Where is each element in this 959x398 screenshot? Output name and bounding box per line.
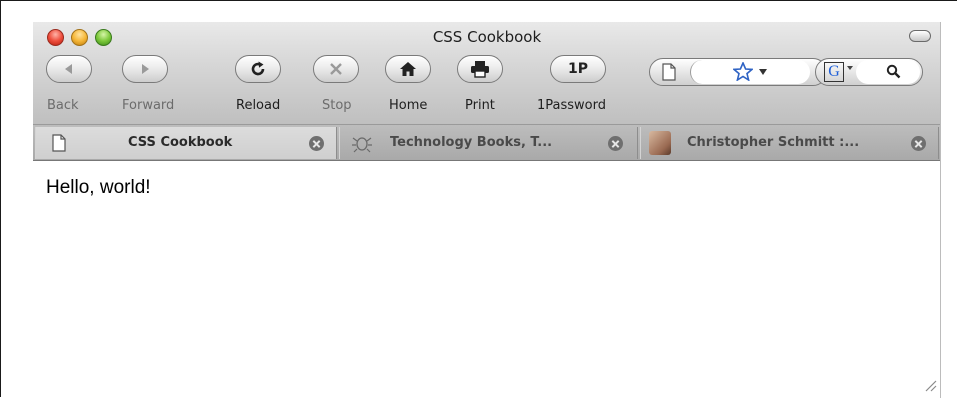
chevron-down-icon[interactable] bbox=[758, 68, 768, 76]
tab-technology-books[interactable]: Technology Books, T... bbox=[339, 127, 638, 159]
reload-button[interactable] bbox=[235, 55, 281, 83]
stop-x-icon bbox=[330, 63, 342, 75]
tab-title: Christopher Schmitt :... bbox=[687, 135, 860, 150]
search-input[interactable] bbox=[856, 60, 920, 84]
stop-button[interactable] bbox=[313, 55, 359, 83]
forward-label: Forward bbox=[122, 98, 175, 113]
toolbar-toggle-button[interactable] bbox=[909, 30, 931, 42]
hello-world-text: Hello, world! bbox=[46, 177, 151, 198]
title-and-toolbar: CSS Cookbook Back Forward Reload Stop Ho… bbox=[33, 22, 940, 125]
google-logo-icon: G bbox=[824, 62, 844, 82]
blank-page-icon bbox=[52, 134, 66, 152]
reload-icon bbox=[251, 61, 265, 76]
printer-icon bbox=[471, 61, 489, 78]
stop-label: Stop bbox=[322, 98, 352, 113]
tab-css-cookbook[interactable]: CSS Cookbook bbox=[35, 127, 337, 159]
tab-close-icon[interactable] bbox=[911, 136, 926, 151]
tab-close-icon[interactable] bbox=[608, 136, 623, 151]
tab-title: CSS Cookbook bbox=[128, 135, 233, 150]
forward-button[interactable] bbox=[122, 55, 168, 83]
home-icon bbox=[400, 62, 416, 76]
print-button[interactable] bbox=[457, 55, 503, 83]
home-label: Home bbox=[389, 98, 428, 113]
address-bar[interactable] bbox=[649, 58, 827, 86]
tab-christopher-schmitt[interactable]: Christopher Schmitt :... bbox=[640, 127, 939, 159]
engine-chevron-icon[interactable] bbox=[847, 65, 853, 71]
page-content: Hello, world! bbox=[33, 161, 940, 398]
home-button[interactable] bbox=[385, 55, 431, 83]
tab-close-icon[interactable] bbox=[309, 136, 324, 151]
tab-bar: CSS Cookbook Technology Books, T... Chri… bbox=[33, 125, 940, 161]
back-button[interactable] bbox=[46, 55, 92, 83]
onepassword-label: 1Password bbox=[537, 98, 606, 113]
magnifier-icon bbox=[886, 64, 901, 79]
face-thumbnail-icon bbox=[649, 131, 671, 155]
forward-arrow-icon bbox=[142, 64, 149, 74]
bug-icon bbox=[352, 137, 372, 153]
url-field[interactable] bbox=[690, 60, 810, 84]
bookmark-star-icon[interactable] bbox=[733, 62, 753, 81]
tab-title: Technology Books, T... bbox=[390, 135, 553, 150]
resize-grip-icon[interactable] bbox=[923, 378, 937, 392]
page-icon bbox=[662, 63, 676, 81]
window-title: CSS Cookbook bbox=[432, 28, 542, 46]
onepassword-button[interactable]: 1P bbox=[550, 55, 606, 83]
search-bar[interactable]: G bbox=[815, 58, 923, 86]
back-label: Back bbox=[47, 98, 79, 113]
onepassword-icon: 1P bbox=[567, 61, 588, 77]
print-label: Print bbox=[465, 98, 495, 113]
reload-label: Reload bbox=[236, 98, 281, 113]
browser-window: CSS Cookbook Back Forward Reload Stop Ho… bbox=[33, 22, 941, 398]
back-arrow-icon bbox=[65, 64, 72, 74]
